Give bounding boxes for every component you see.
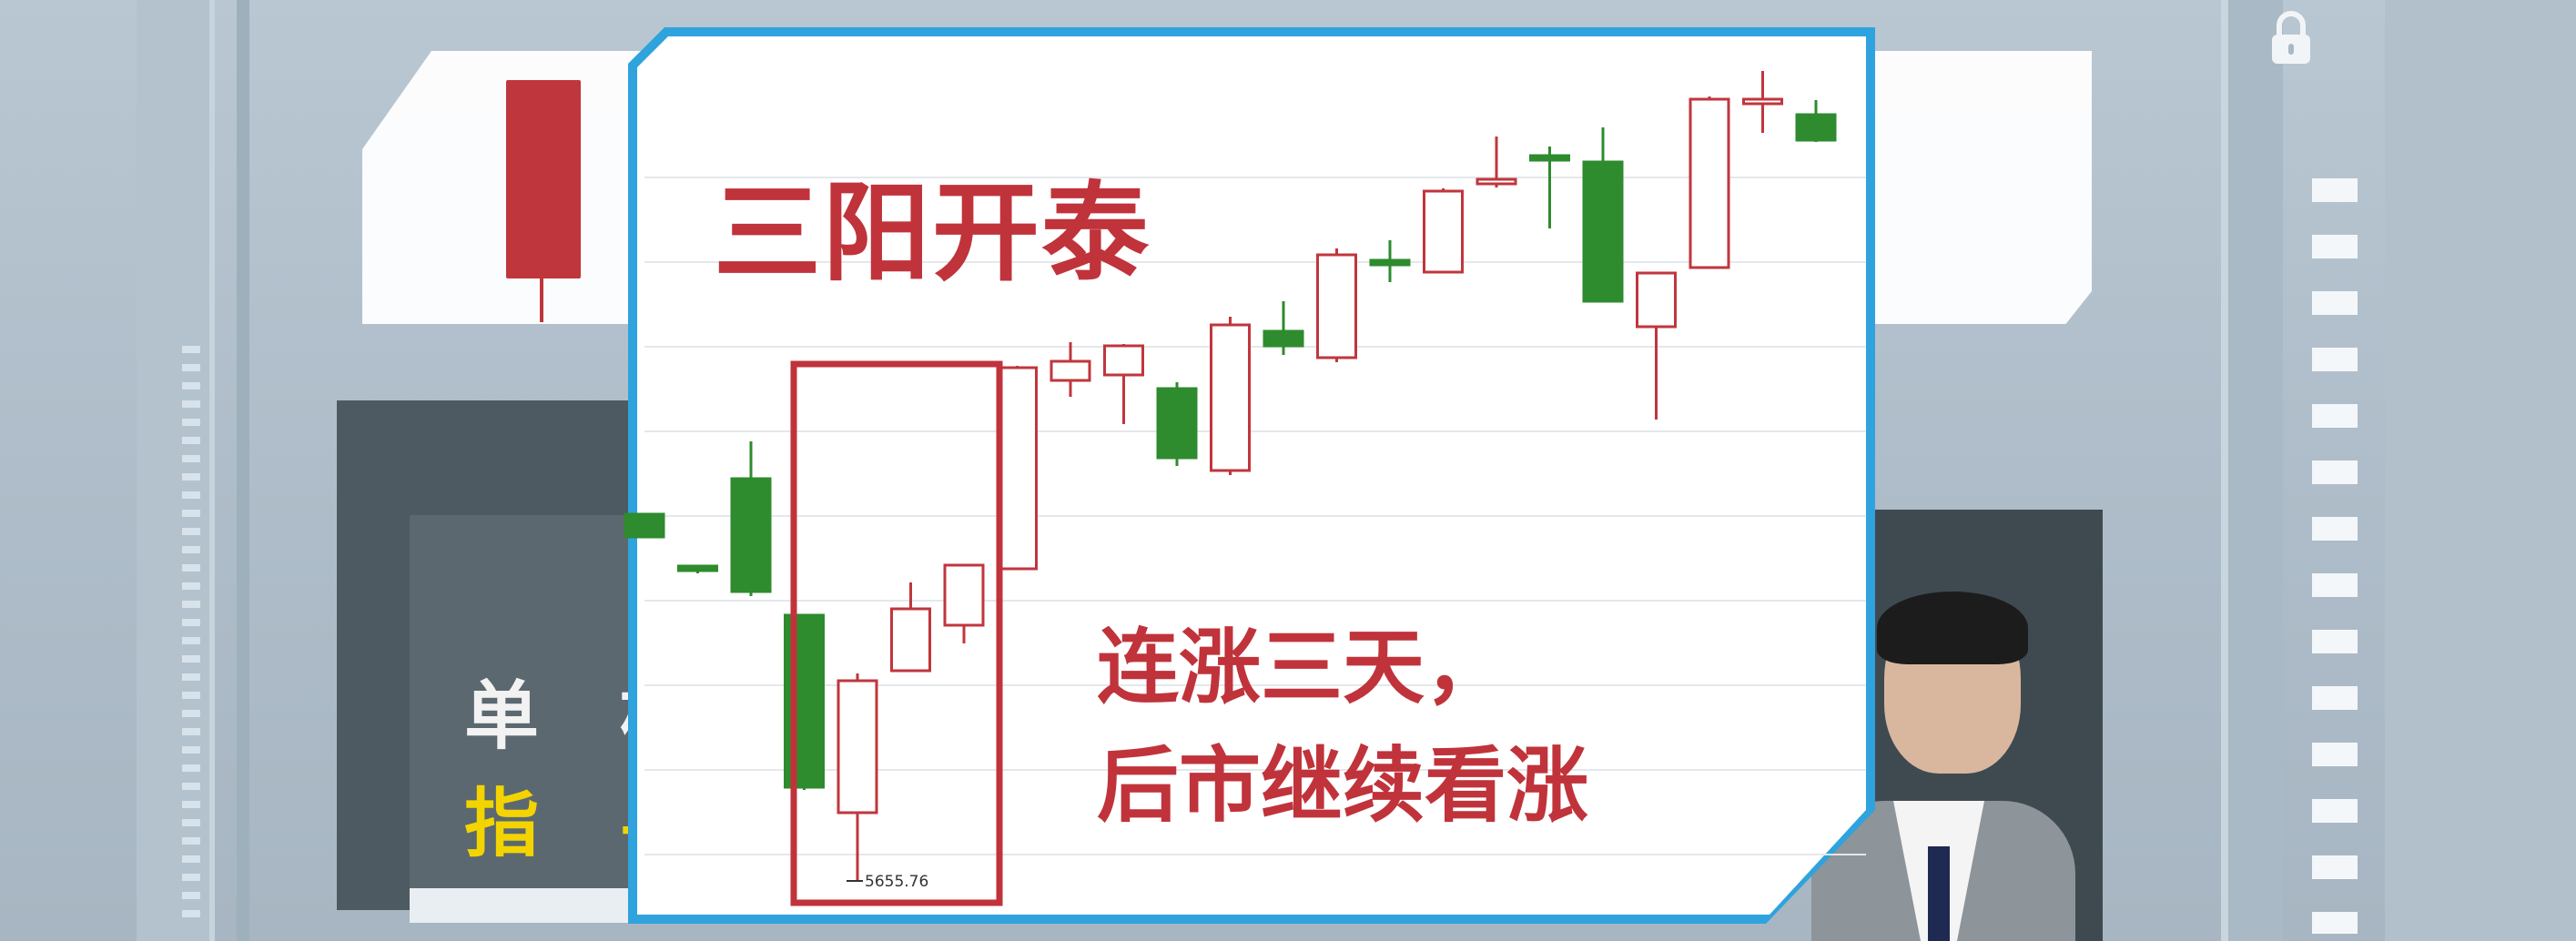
candle-body — [1742, 97, 1783, 106]
candle-body — [677, 564, 718, 572]
candle-body — [1636, 271, 1677, 329]
caption-line-2: 后市继续看涨 — [1097, 738, 1588, 834]
caption-line-1: 连涨三天， — [1097, 620, 1506, 715]
candle-body — [1103, 344, 1144, 377]
candle-body — [1263, 329, 1304, 348]
candle-body — [890, 607, 931, 673]
candle-body — [1582, 160, 1624, 303]
candle-body — [730, 477, 772, 593]
candle-body — [1423, 189, 1464, 274]
candle-body — [1369, 258, 1411, 267]
candle-body — [1529, 154, 1570, 162]
candle-body — [1476, 177, 1517, 186]
candle-body — [1210, 323, 1251, 472]
candle-body — [1316, 253, 1357, 359]
candle-body — [1689, 97, 1730, 269]
candle-body — [624, 512, 665, 539]
price-label: 5655.76 — [865, 873, 928, 891]
candle-body — [997, 366, 1038, 571]
card-title: 三阳开泰 — [714, 170, 1151, 296]
candle-body — [1050, 359, 1091, 382]
candle-body — [1795, 113, 1837, 142]
candle-body — [943, 563, 985, 627]
candle-body — [1156, 387, 1198, 460]
candle-body — [837, 679, 878, 815]
